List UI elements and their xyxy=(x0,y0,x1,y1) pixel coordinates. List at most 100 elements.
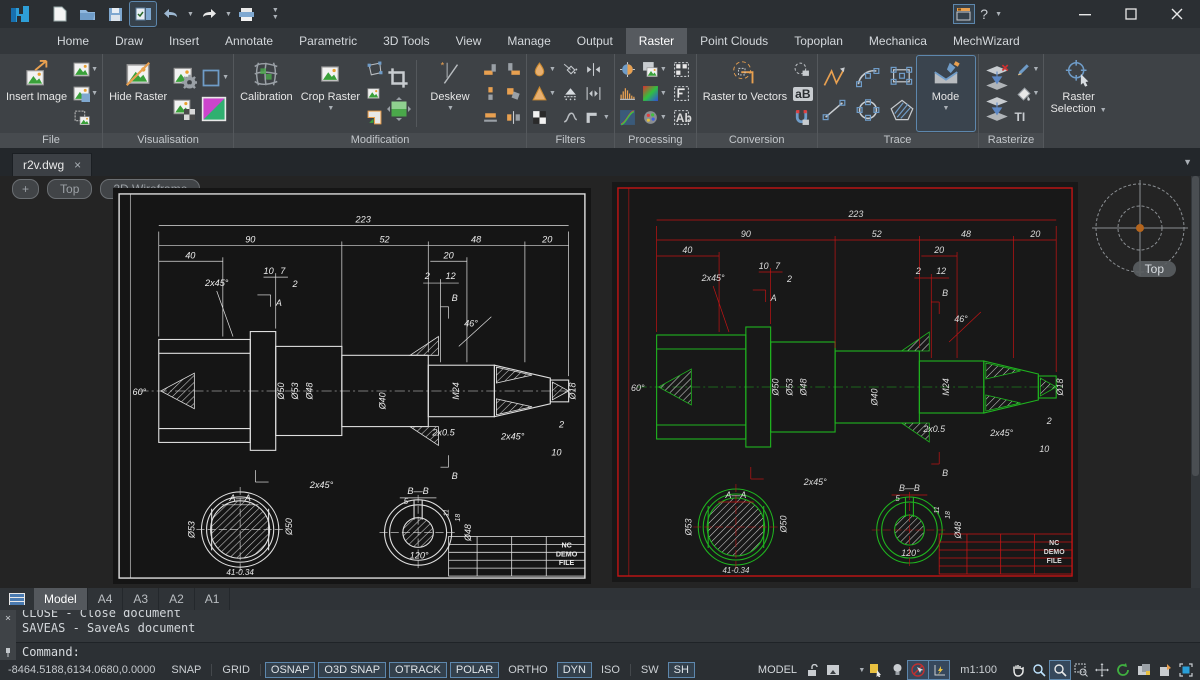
thicken-lines-button[interactable] xyxy=(584,84,611,104)
layout-tab-a3[interactable]: A3 xyxy=(123,588,159,610)
tab-parametric[interactable]: Parametric xyxy=(286,28,370,54)
trace-hatch-button[interactable] xyxy=(889,100,915,120)
rotate-raster-button[interactable] xyxy=(504,84,523,104)
rasterize-button[interactable] xyxy=(982,99,1012,119)
undo-button[interactable] xyxy=(158,2,184,26)
raster-pencil-button[interactable]: ▼ xyxy=(1014,60,1041,80)
dynamic-input-icon[interactable] xyxy=(929,661,949,679)
vertical-scrollbar[interactable] xyxy=(1191,176,1200,588)
crop-rect-button[interactable] xyxy=(365,84,384,104)
resize-raster-button[interactable] xyxy=(386,99,412,119)
vectorize-circle-button[interactable] xyxy=(792,60,813,80)
toggle-ortho[interactable]: ORTHO xyxy=(502,662,554,678)
fullscreen-icon[interactable] xyxy=(1176,661,1196,679)
invert-filter-button[interactable] xyxy=(530,108,557,128)
tab-output[interactable]: Output xyxy=(564,28,626,54)
drawing-canvas[interactable]: + Top 2D Wireframe Top xyxy=(0,176,1200,588)
tab-home[interactable]: Home xyxy=(44,28,102,54)
orbit-icon[interactable] xyxy=(1092,661,1112,679)
raster-snap-button[interactable] xyxy=(792,107,813,127)
color-image-button[interactable] xyxy=(200,99,230,119)
nav-center-dot[interactable] xyxy=(1136,224,1144,232)
histogram-button[interactable] xyxy=(618,84,637,104)
nav-view-label[interactable]: Top xyxy=(1133,261,1176,277)
qat-more-dropdown[interactable]: ▼▼ xyxy=(272,7,279,21)
tab-mechanica[interactable]: Mechanica xyxy=(856,28,940,54)
thin-lines-button[interactable] xyxy=(584,59,611,79)
image-manager-button[interactable]: ▼ xyxy=(72,60,99,80)
rasterize-delete-button[interactable] xyxy=(982,68,1012,88)
calibration-button[interactable]: Calibration xyxy=(237,56,296,131)
raster-to-vectors-button[interactable]: Raster to Vectors xyxy=(700,56,790,131)
toggle-dyn[interactable]: DYN xyxy=(557,662,592,678)
crop-frame-button[interactable] xyxy=(386,68,412,88)
trace-rectangle-button[interactable] xyxy=(889,67,915,87)
print-button[interactable] xyxy=(234,2,260,26)
toggle-sh[interactable]: SH xyxy=(668,662,695,678)
smooth-filter-button[interactable] xyxy=(561,108,580,128)
layout-copy-icon[interactable] xyxy=(1134,661,1154,679)
toggle-polar[interactable]: POLAR xyxy=(450,662,499,678)
trace-line-button[interactable] xyxy=(821,100,847,120)
annotation-scale[interactable]: m1:100 xyxy=(950,664,1007,676)
tab-view[interactable]: View xyxy=(443,28,495,54)
zoom-window-icon[interactable] xyxy=(1071,661,1091,679)
tab-manage[interactable]: Manage xyxy=(494,28,563,54)
redo-button[interactable] xyxy=(196,2,222,26)
redo-dropdown[interactable]: ▼ xyxy=(225,11,232,18)
save-button[interactable] xyxy=(102,2,128,26)
toggle-sw[interactable]: SW xyxy=(635,662,665,678)
despeckle-filter-button[interactable] xyxy=(561,59,580,79)
trace-circle-button[interactable] xyxy=(855,100,881,120)
close-button[interactable] xyxy=(1154,0,1200,28)
crop-raster-button[interactable]: Crop Raster▼ xyxy=(298,56,363,131)
gradient-button[interactable]: ▼ xyxy=(641,84,668,104)
annotation-bulb-icon[interactable] xyxy=(887,661,907,679)
insert-image-button[interactable]: Insert Image xyxy=(3,56,70,131)
tab-topoplan[interactable]: Topoplan xyxy=(781,28,856,54)
binarization-button[interactable]: ▼ xyxy=(641,59,668,79)
trace-arc-button[interactable] xyxy=(855,67,881,87)
brightness-contrast-button[interactable] xyxy=(618,59,637,79)
command-prompt[interactable]: Command: xyxy=(16,642,1200,660)
open-file-button[interactable] xyxy=(74,2,100,26)
command-close-icon[interactable]: × xyxy=(5,613,11,624)
trace-polyline-button[interactable] xyxy=(821,67,847,87)
save-image-button[interactable]: ▼ xyxy=(72,84,99,104)
layout-tab-model[interactable]: Model xyxy=(34,588,88,610)
interface-toggle-icon[interactable] xyxy=(954,5,974,23)
threshold-filter-button[interactable] xyxy=(561,84,580,104)
selection-cycling-icon[interactable] xyxy=(908,661,928,679)
layout-tab-a1[interactable]: A1 xyxy=(195,588,231,610)
zoom-realtime-icon[interactable] xyxy=(1050,661,1070,679)
undo-dropdown[interactable]: ▼ xyxy=(187,11,194,18)
tab-annotate[interactable]: Annotate xyxy=(212,28,286,54)
color-reduce-button[interactable]: ▼ xyxy=(641,108,668,128)
save-all-button[interactable] xyxy=(130,2,156,26)
minimize-button[interactable] xyxy=(1062,0,1108,28)
tab-insert[interactable]: Insert xyxy=(156,28,212,54)
scrollbar-thumb[interactable] xyxy=(1192,176,1199,476)
swap-image-button[interactable] xyxy=(72,107,99,127)
align-top-button[interactable] xyxy=(481,59,500,79)
tab-3d-tools[interactable]: 3D Tools xyxy=(370,28,442,54)
raster-settings-button[interactable] xyxy=(172,68,198,88)
layout-tab-a4[interactable]: A4 xyxy=(88,588,124,610)
layout-list-icon[interactable] xyxy=(0,592,34,606)
frame-toggle-button[interactable]: ▼ xyxy=(200,68,230,88)
toggle-osnap[interactable]: OSNAP xyxy=(265,662,316,678)
recognize-text-button[interactable]: aB xyxy=(792,84,813,104)
pan-icon[interactable] xyxy=(1008,661,1028,679)
mirror-raster-button[interactable] xyxy=(504,108,523,128)
select-feature-button[interactable] xyxy=(672,84,693,104)
command-pin-icon[interactable] xyxy=(4,647,12,657)
raster-selection-button[interactable]: RasterSelection ▼ xyxy=(1047,56,1109,131)
toggle-o3dsnap[interactable]: O3D SNAP xyxy=(318,662,386,678)
crop-corner-button[interactable] xyxy=(365,107,384,127)
command-line-panel[interactable]: × CLOSE - Close document SAVEAS - SaveAs… xyxy=(0,610,1200,660)
lock-icon[interactable] xyxy=(802,661,822,679)
raster-fill-button[interactable]: ▼ xyxy=(1014,84,1041,104)
hide-raster-button[interactable]: Hide Raster xyxy=(106,56,170,131)
new-file-button[interactable] xyxy=(46,2,72,26)
tab-mechwizard[interactable]: MechWizard xyxy=(940,28,1033,54)
